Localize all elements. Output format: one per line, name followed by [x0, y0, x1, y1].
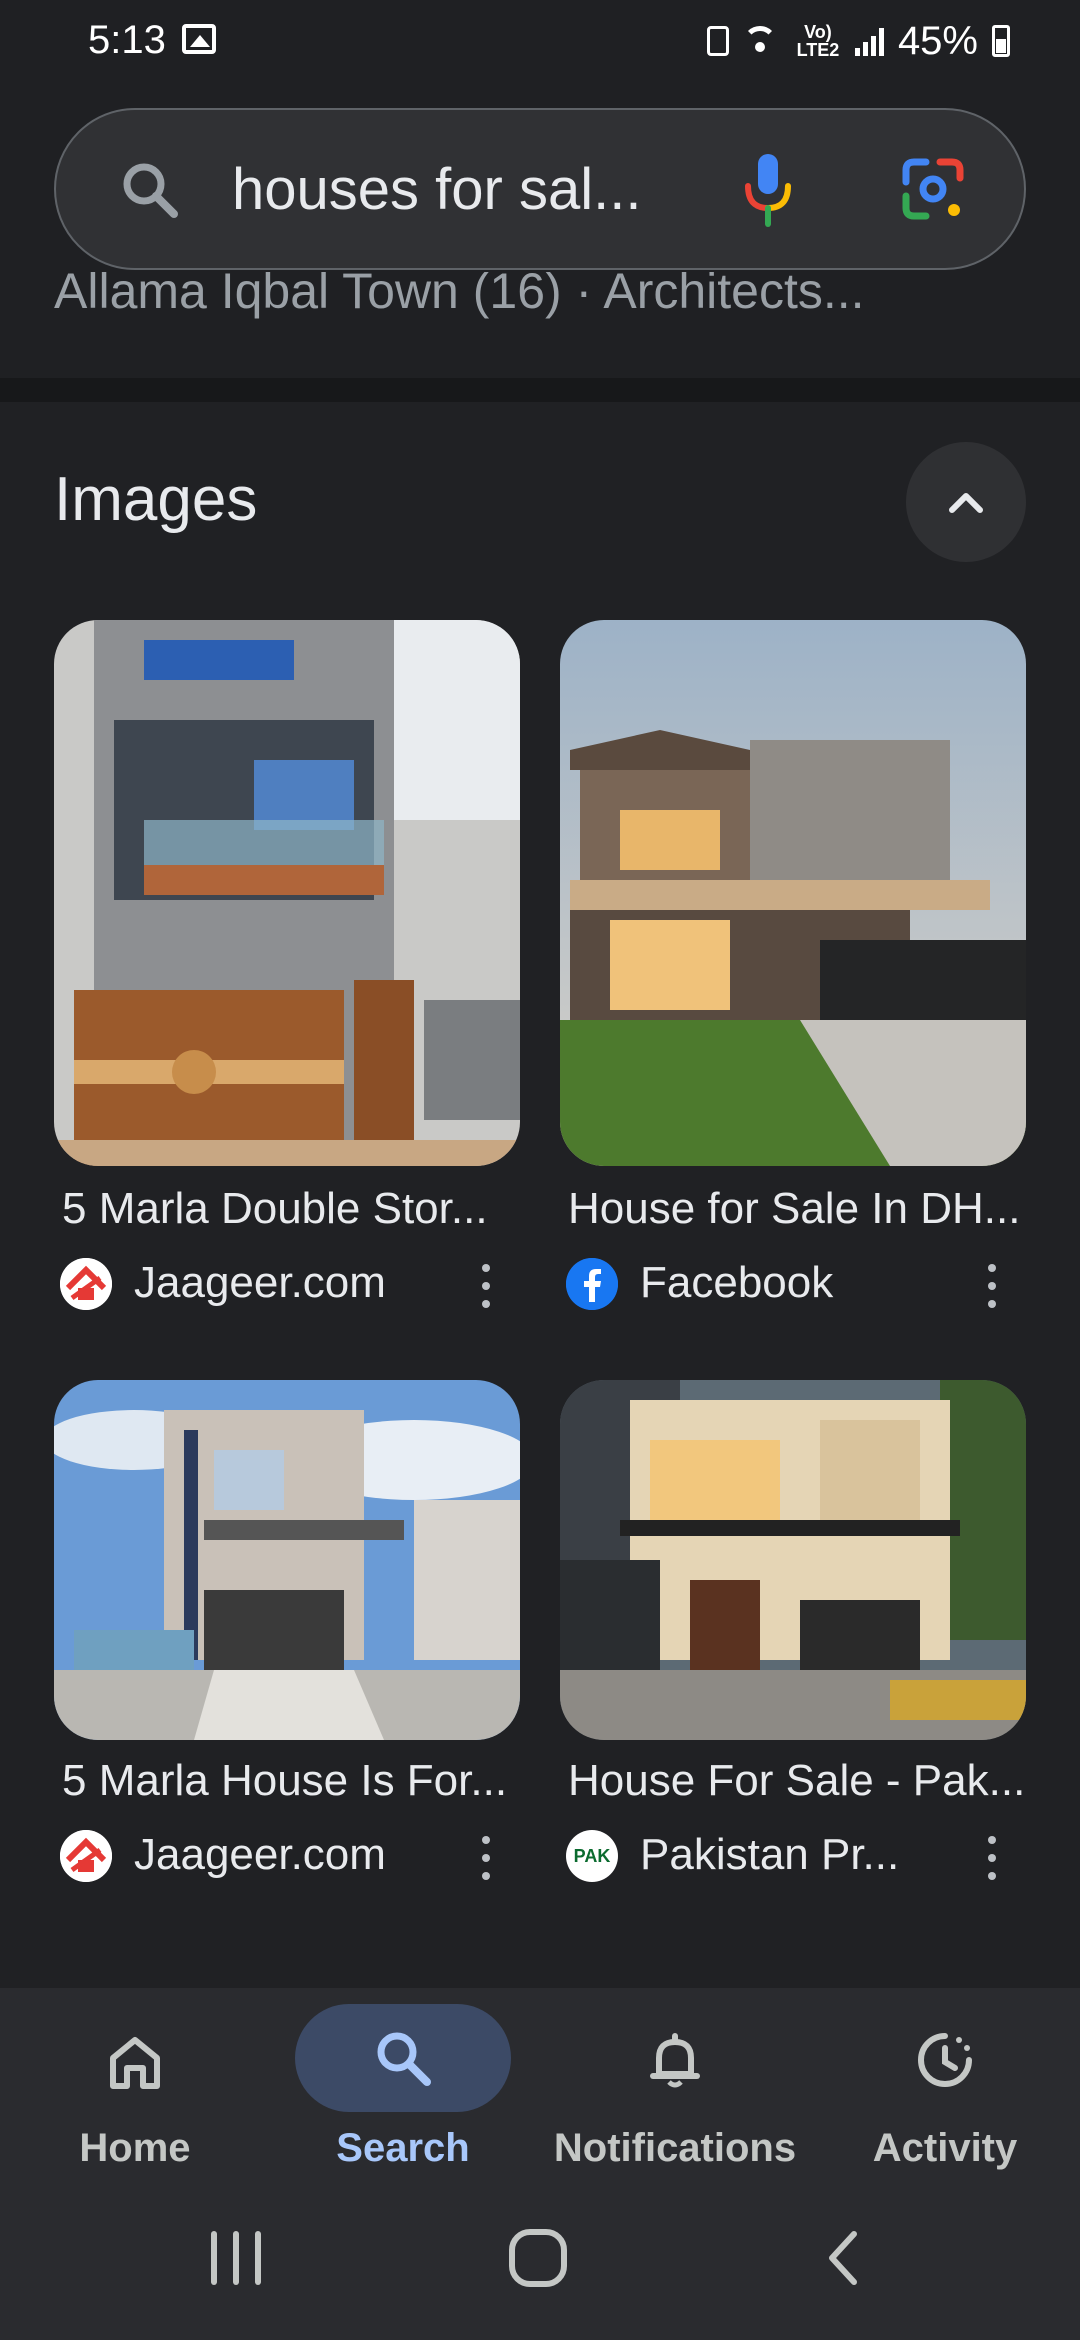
image-result-title-2[interactable]: House for Sale In DH...: [568, 1184, 1020, 1234]
image-result-thumbnail-2[interactable]: [560, 620, 1026, 1166]
nav-activity[interactable]: Activity: [810, 1988, 1080, 2188]
mic-icon[interactable]: [740, 150, 796, 230]
house-photo-2: [560, 620, 1026, 1166]
previous-result-snippet: Allama Iqbal Town (16) · Architects...: [54, 272, 865, 324]
image-result-thumbnail-4[interactable]: [560, 1380, 1026, 1740]
battery-icon: [992, 25, 1010, 57]
search-bar[interactable]: houses for sal...: [54, 108, 1026, 270]
previous-result-text: Allama Iqbal Town (16) · Architects...: [54, 272, 865, 319]
section-divider: [0, 378, 1080, 402]
network-type: Vo) LTE2: [796, 22, 840, 60]
jaageer-favicon: [60, 1830, 112, 1882]
home-button[interactable]: [506, 2226, 570, 2290]
signal-icon: [854, 26, 884, 56]
image-result-source-4[interactable]: Pakistan Pr...: [640, 1830, 899, 1880]
search-icon: [377, 2032, 431, 2086]
pakistan-property-favicon: PAK: [566, 1830, 618, 1882]
nav-notifications[interactable]: Notifications: [540, 1988, 810, 2188]
image-result-thumbnail-1[interactable]: [54, 620, 520, 1166]
search-query[interactable]: houses for sal...: [232, 156, 641, 223]
pakistan-property-favicon-text: PAK: [573, 1846, 611, 1866]
status-bar: 5:13 Vo) LTE2 45%: [0, 0, 1080, 90]
more-options-icon[interactable]: [482, 1264, 490, 1308]
status-icons: Vo) LTE2 45%: [706, 16, 1010, 66]
status-time: 5:13: [88, 18, 166, 62]
battery-percentage: 45%: [897, 18, 978, 63]
home-icon: [110, 2037, 160, 2089]
nav-home[interactable]: Home: [0, 1988, 270, 2188]
house-photo-3: [54, 1380, 520, 1740]
nav-search-label: Search: [336, 2126, 470, 2170]
image-result-title-3[interactable]: 5 Marla House Is For...: [62, 1756, 507, 1806]
jaageer-favicon: [60, 1258, 112, 1310]
house-photo-4: [560, 1380, 1026, 1740]
bottom-navigation: Home Search Notifications Activity: [0, 1988, 1080, 2188]
nav-activity-label: Activity: [872, 2126, 1018, 2170]
collapse-images-button[interactable]: [906, 442, 1026, 562]
bell-icon: [650, 2033, 700, 2088]
gallery-notification-icon: [182, 24, 216, 54]
more-options-icon[interactable]: [482, 1836, 490, 1880]
image-result-source-1[interactable]: Jaageer.com: [134, 1258, 386, 1308]
nav-home-label: Home: [79, 2126, 191, 2170]
nav-search[interactable]: Search: [268, 1988, 538, 2188]
system-navigation-bar: [0, 2188, 1080, 2340]
facebook-favicon: [566, 1258, 618, 1310]
chevron-up-icon: [949, 493, 983, 513]
image-result-title-4[interactable]: House For Sale - Pak...: [568, 1756, 1025, 1806]
nav-notifications-label: Notifications: [553, 2126, 797, 2170]
image-result-title-1[interactable]: 5 Marla Double Stor...: [62, 1184, 488, 1234]
house-photo-1: [54, 620, 520, 1166]
recents-button[interactable]: [206, 2228, 266, 2288]
images-section-title: Images: [54, 465, 258, 534]
back-button[interactable]: [814, 2228, 874, 2288]
image-result-source-2[interactable]: Facebook: [640, 1258, 833, 1308]
activity-icon: [918, 2033, 972, 2087]
image-result-thumbnail-3[interactable]: [54, 1380, 520, 1740]
more-options-icon[interactable]: [988, 1264, 996, 1308]
lock-notification-icon: [706, 26, 729, 56]
search-icon: [123, 163, 178, 218]
wifi-icon: [742, 26, 781, 56]
google-lens-icon[interactable]: [898, 154, 968, 224]
image-result-source-3[interactable]: Jaageer.com: [134, 1830, 386, 1880]
more-options-icon[interactable]: [988, 1836, 996, 1880]
